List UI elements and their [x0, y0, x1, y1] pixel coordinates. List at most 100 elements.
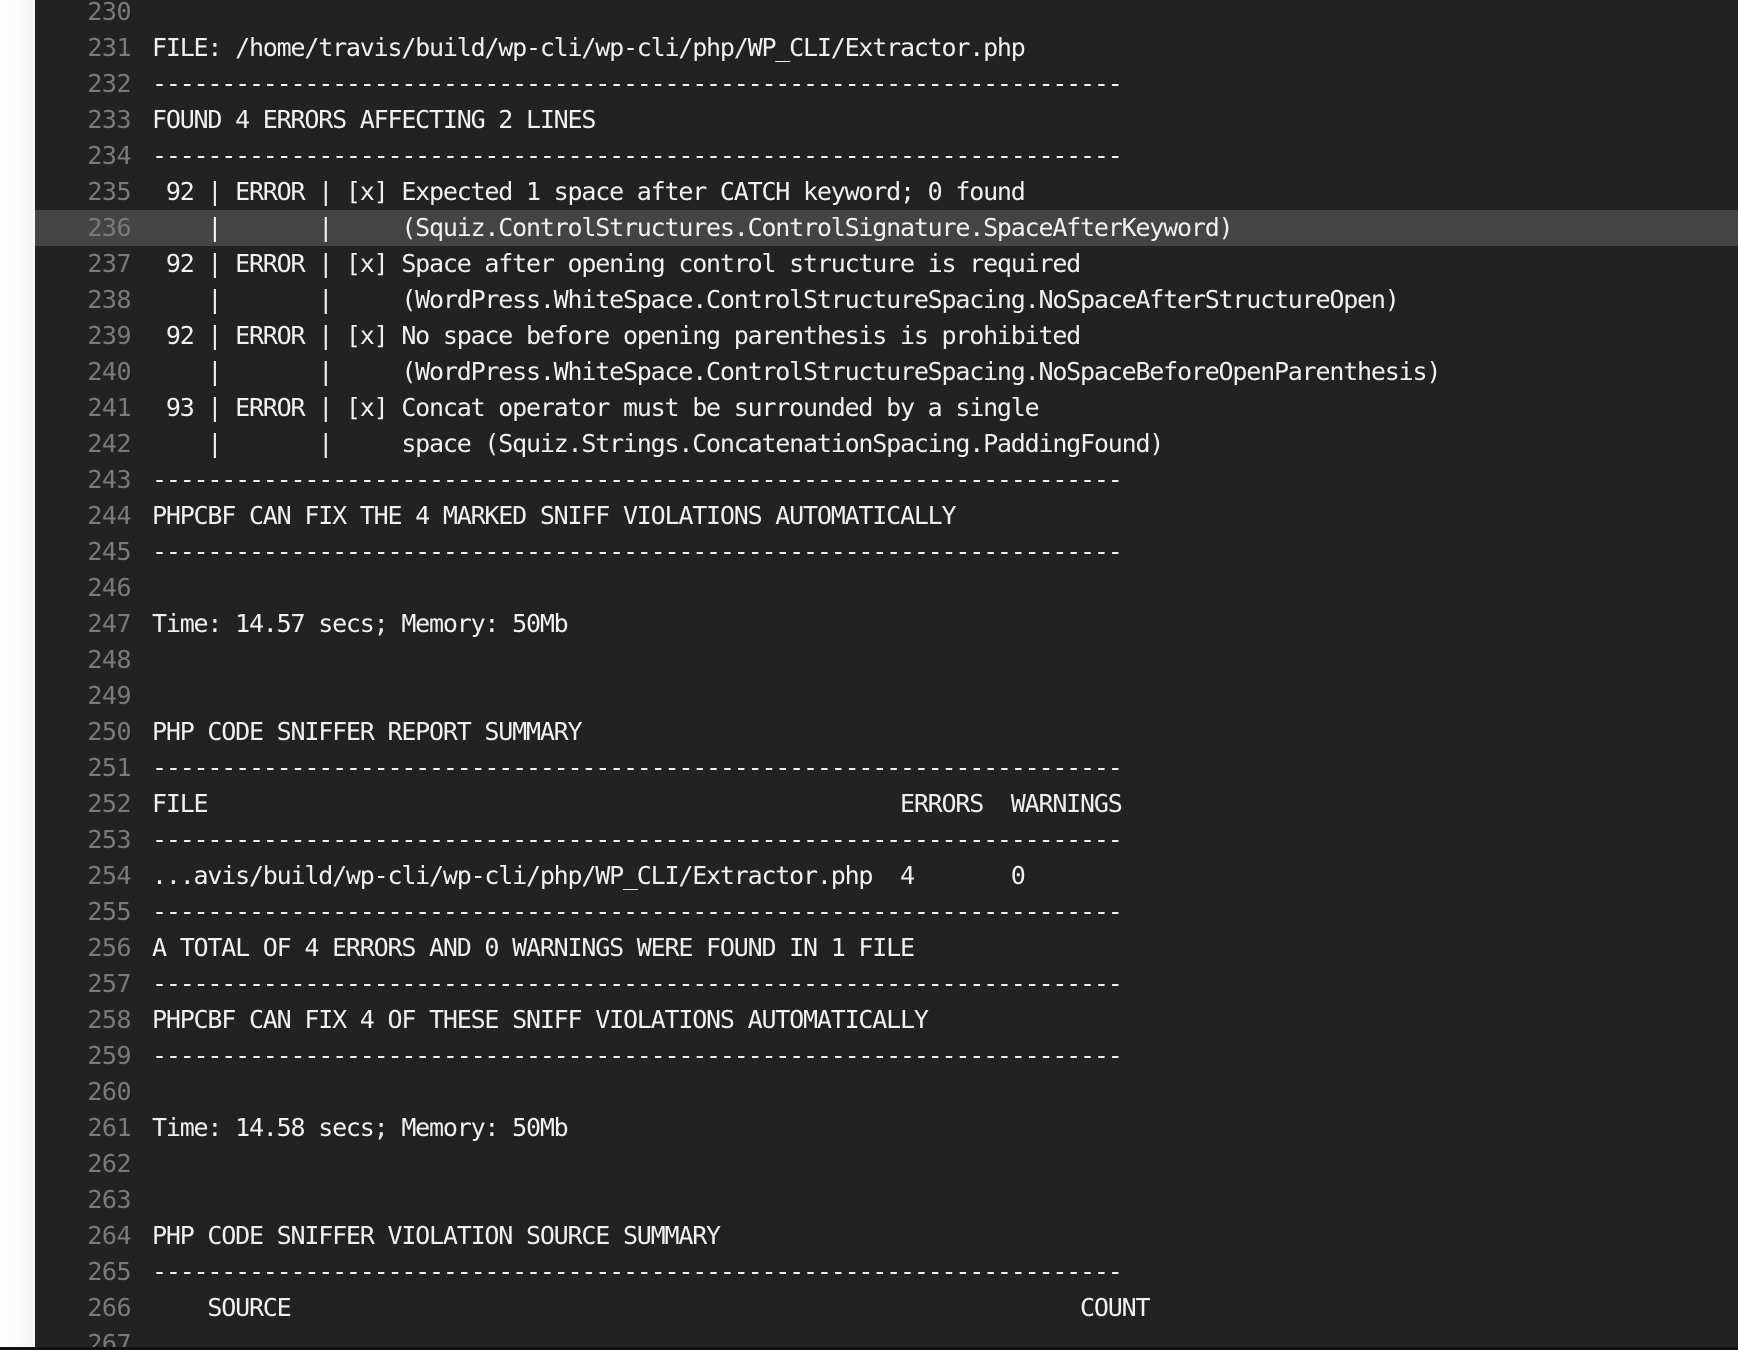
log-line-text: 93 | ERROR | [x] Concat operator must be…	[152, 393, 1040, 422]
log-line[interactable]: 230	[35, 0, 1738, 30]
log-line[interactable]: 237 92 | ERROR | [x] Space after opening…	[35, 246, 1738, 282]
log-line-text: ...avis/build/wp-cli/wp-cli/php/WP_CLI/E…	[152, 861, 1026, 890]
log-line[interactable]: 239 92 | ERROR | [x] No space before ope…	[35, 318, 1738, 354]
log-line[interactable]: 253 -------------------------------------…	[35, 822, 1738, 858]
log-line[interactable]: 254 ...avis/build/wp-cli/wp-cli/php/WP_CL…	[35, 858, 1738, 894]
line-number-link[interactable]: 253	[35, 822, 131, 858]
line-number-link[interactable]: 263	[35, 1182, 131, 1218]
line-number-link[interactable]: 239	[35, 318, 131, 354]
log-line[interactable]: 248	[35, 642, 1738, 678]
log-line-text: ----------------------------------------…	[152, 969, 1123, 998]
log-line-text: ----------------------------------------…	[152, 69, 1123, 98]
log-line[interactable]: 247 Time: 14.57 secs; Memory: 50Mb	[35, 606, 1738, 642]
log-line[interactable]: 258 PHPCBF CAN FIX 4 OF THESE SNIFF VIOLA…	[35, 1002, 1738, 1038]
line-number-link[interactable]: 261	[35, 1110, 131, 1146]
log-line-text: ----------------------------------------…	[152, 825, 1123, 854]
log-line-text: ----------------------------------------…	[152, 753, 1123, 782]
log-line[interactable]: 242 | | space (Squiz.Strings.Concatenati…	[35, 426, 1738, 462]
line-number-link[interactable]: 245	[35, 534, 131, 570]
log-line[interactable]: 267	[35, 1326, 1738, 1347]
log-line[interactable]: 259 -------------------------------------…	[35, 1038, 1738, 1074]
line-number-link[interactable]: 260	[35, 1074, 131, 1110]
log-line[interactable]: 263	[35, 1182, 1738, 1218]
log-line-text: PHP CODE SNIFFER REPORT SUMMARY	[152, 717, 583, 746]
line-number-link[interactable]: 243	[35, 462, 131, 498]
log-line[interactable]: 261 Time: 14.58 secs; Memory: 50Mb	[35, 1110, 1738, 1146]
log-line-text: A TOTAL OF 4 ERRORS AND 0 WARNINGS WERE …	[152, 933, 915, 962]
log-line[interactable]: 250 PHP CODE SNIFFER REPORT SUMMARY	[35, 714, 1738, 750]
log-line[interactable]: 264 PHP CODE SNIFFER VIOLATION SOURCE SUM…	[35, 1218, 1738, 1254]
line-number-link[interactable]: 241	[35, 390, 131, 426]
line-number-link[interactable]: 247	[35, 606, 131, 642]
log-line[interactable]: 260	[35, 1074, 1738, 1110]
log-line[interactable]: 232 -------------------------------------…	[35, 66, 1738, 102]
line-number-link[interactable]: 250	[35, 714, 131, 750]
log-line[interactable]: 240 | | (WordPress.WhiteSpace.ControlStr…	[35, 354, 1738, 390]
log-line-text: FILE: /home/travis/build/wp-cli/wp-cli/p…	[152, 33, 1026, 62]
log-line[interactable]: 238 | | (WordPress.WhiteSpace.ControlStr…	[35, 282, 1738, 318]
line-number-link[interactable]: 256	[35, 930, 131, 966]
line-number-link[interactable]: 262	[35, 1146, 131, 1182]
line-number-link[interactable]: 244	[35, 498, 131, 534]
log-line[interactable]: 251 -------------------------------------…	[35, 750, 1738, 786]
line-number-link[interactable]: 258	[35, 1002, 131, 1038]
line-number-link[interactable]: 246	[35, 570, 131, 606]
log-line-text: Time: 14.57 secs; Memory: 50Mb	[152, 609, 569, 638]
log-line[interactable]: 246	[35, 570, 1738, 606]
line-number-link[interactable]: 230	[35, 0, 131, 30]
page: 230 231 FILE: /home/travis/build/wp-cli/wp…	[0, 0, 1738, 1350]
log-line-text: 92 | ERROR | [x] Expected 1 space after …	[152, 177, 1026, 206]
left-margin	[0, 0, 35, 1350]
line-number-link[interactable]: 232	[35, 66, 131, 102]
log-line-text: ----------------------------------------…	[152, 897, 1123, 926]
log-line[interactable]: 249	[35, 678, 1738, 714]
log-line[interactable]: 241 93 | ERROR | [x] Concat operator mus…	[35, 390, 1738, 426]
log-line[interactable]: 255 -------------------------------------…	[35, 894, 1738, 930]
log-line[interactable]: 233 FOUND 4 ERRORS AFFECTING 2 LINES	[35, 102, 1738, 138]
log-line[interactable]: 257 -------------------------------------…	[35, 966, 1738, 1002]
log-line-text: FILE ERRORS WARNINGS	[152, 789, 1123, 818]
line-number-link[interactable]: 265	[35, 1254, 131, 1290]
line-number-link[interactable]: 237	[35, 246, 131, 282]
line-number-link[interactable]: 255	[35, 894, 131, 930]
log-line[interactable]: 236 | | (Squiz.ControlStructures.Control…	[35, 210, 1738, 246]
line-number-link[interactable]: 252	[35, 786, 131, 822]
line-number-link[interactable]: 259	[35, 1038, 131, 1074]
line-number-link[interactable]: 238	[35, 282, 131, 318]
log-line[interactable]: 262	[35, 1146, 1738, 1182]
log-line[interactable]: 252 FILE ERRORS WARNINGS	[35, 786, 1738, 822]
log-output: 230 231 FILE: /home/travis/build/wp-cli/wp…	[35, 0, 1738, 1347]
log-line[interactable]: 244 PHPCBF CAN FIX THE 4 MARKED SNIFF VIO…	[35, 498, 1738, 534]
line-number-link[interactable]: 240	[35, 354, 131, 390]
line-number-link[interactable]: 242	[35, 426, 131, 462]
line-number-link[interactable]: 264	[35, 1218, 131, 1254]
log-line-text: 92 | ERROR | [x] Space after opening con…	[152, 249, 1081, 278]
log-line-text: SOURCE COUNT	[152, 1293, 1150, 1322]
line-number-link[interactable]: 257	[35, 966, 131, 1002]
line-number-link[interactable]: 248	[35, 642, 131, 678]
log-line-text: ----------------------------------------…	[152, 465, 1123, 494]
terminal-log-viewer[interactable]: 230 231 FILE: /home/travis/build/wp-cli/wp…	[35, 0, 1738, 1347]
line-number-link[interactable]: 266	[35, 1290, 131, 1326]
log-line-text: PHPCBF CAN FIX THE 4 MARKED SNIFF VIOLAT…	[152, 501, 957, 530]
line-number-link[interactable]: 236	[35, 210, 131, 246]
log-line[interactable]: 266 SOURCE COUNT	[35, 1290, 1738, 1326]
log-line-text: FOUND 4 ERRORS AFFECTING 2 LINES	[152, 105, 596, 134]
line-number-link[interactable]: 234	[35, 138, 131, 174]
log-line[interactable]: 231 FILE: /home/travis/build/wp-cli/wp-cl…	[35, 30, 1738, 66]
line-number-link[interactable]: 231	[35, 30, 131, 66]
line-number-link[interactable]: 233	[35, 102, 131, 138]
log-line[interactable]: 245 -------------------------------------…	[35, 534, 1738, 570]
log-line[interactable]: 235 92 | ERROR | [x] Expected 1 space af…	[35, 174, 1738, 210]
log-line-text: ----------------------------------------…	[152, 141, 1123, 170]
log-line[interactable]: 234 -------------------------------------…	[35, 138, 1738, 174]
log-line[interactable]: 265 -------------------------------------…	[35, 1254, 1738, 1290]
line-number-link[interactable]: 251	[35, 750, 131, 786]
line-number-link[interactable]: 249	[35, 678, 131, 714]
line-number-link[interactable]: 235	[35, 174, 131, 210]
line-number-link[interactable]: 267	[35, 1326, 131, 1347]
log-line[interactable]: 243 -------------------------------------…	[35, 462, 1738, 498]
log-line-text: PHPCBF CAN FIX 4 OF THESE SNIFF VIOLATIO…	[152, 1005, 929, 1034]
line-number-link[interactable]: 254	[35, 858, 131, 894]
log-line[interactable]: 256 A TOTAL OF 4 ERRORS AND 0 WARNINGS WE…	[35, 930, 1738, 966]
